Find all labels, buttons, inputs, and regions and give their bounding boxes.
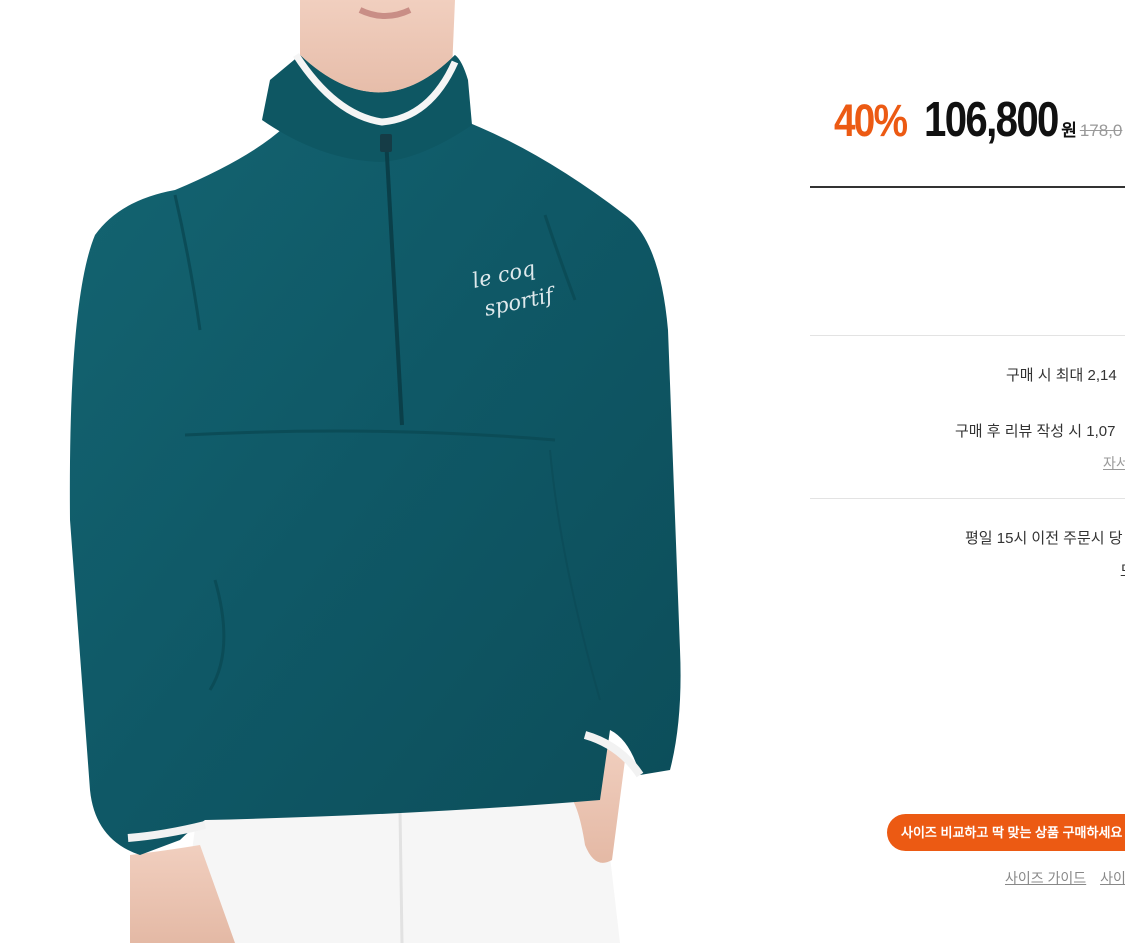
discount-rate: 40% bbox=[834, 95, 908, 146]
max-points-text: 구매 시 최대 2,14 bbox=[1006, 367, 1117, 384]
section-divider bbox=[810, 498, 1125, 499]
delivery-info-text: 평일 15시 이전 주문시 당 bbox=[965, 530, 1123, 547]
size-guide-link[interactable]: 사이즈 가이드 bbox=[1005, 870, 1086, 886]
section-divider bbox=[810, 335, 1125, 336]
product-detail-page: le coq sportif 40% 106,800 원 178,0 구매 시 … bbox=[0, 0, 1125, 943]
product-info-panel: 40% 106,800 원 178,0 구매 시 최대 2,14 구매 후 리뷰… bbox=[810, 0, 1125, 943]
currency-unit: 원 bbox=[1061, 121, 1077, 141]
size-links: 사이즈 가이드 사이 bbox=[1005, 868, 1125, 888]
model-photo: le coq sportif bbox=[69, 0, 681, 943]
price-divider bbox=[810, 186, 1125, 188]
benefit-detail-link[interactable]: 자서 bbox=[1103, 453, 1125, 473]
sale-price: 106,800 bbox=[924, 93, 1059, 147]
size-compare-banner[interactable]: 사이즈 비교하고 딱 맞는 상품 구매하세요 bbox=[887, 814, 1125, 851]
size-second-link[interactable]: 사이 bbox=[1100, 870, 1125, 886]
price-row: 40% 106,800 원 178,0 bbox=[834, 92, 1122, 148]
product-image[interactable]: le coq sportif bbox=[0, 0, 700, 943]
delivery-info-text-2: 도 bbox=[1120, 560, 1125, 581]
review-points-text: 구매 후 리뷰 작성 시 1,07 bbox=[955, 423, 1116, 440]
original-price: 178,0 bbox=[1079, 121, 1123, 140]
